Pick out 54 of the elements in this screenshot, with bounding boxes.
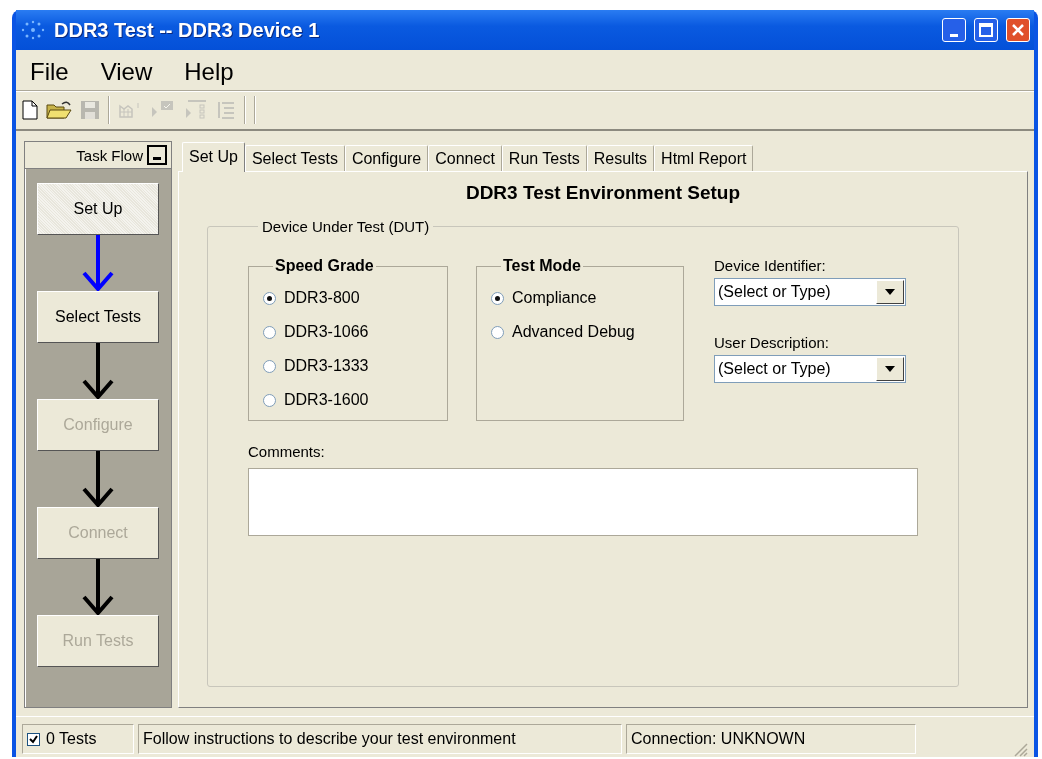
- menu-item[interactable]: Help: [184, 58, 234, 86]
- tab[interactable]: Select Tests: [244, 145, 345, 171]
- combo-box[interactable]: (Select or Type): [714, 355, 906, 383]
- tab[interactable]: Run Tests: [501, 145, 587, 171]
- checkbox[interactable]: [27, 732, 40, 746]
- tab[interactable]: Results: [586, 145, 655, 171]
- close-button[interactable]: [1006, 18, 1030, 42]
- radio-button[interactable]: [263, 325, 276, 339]
- connection-status: Connection: UNKNOWN: [626, 724, 916, 754]
- new-document-icon[interactable]: [22, 100, 38, 120]
- menu-item[interactable]: View: [100, 58, 153, 86]
- group-title: Device Under Test (DUT): [261, 218, 431, 235]
- task-step-button[interactable]: Select Tests: [37, 291, 159, 343]
- maximize-icon: [979, 23, 993, 37]
- status-message: Follow instructions to describe your test environment: [138, 724, 622, 754]
- field-label: Device Identifier:: [714, 257, 827, 274]
- menu-item[interactable]: File: [30, 58, 69, 86]
- maximize-button[interactable]: [974, 18, 998, 42]
- radio-label: Compliance: [512, 289, 597, 307]
- folder-icon[interactable]: [46, 100, 72, 120]
- field-label: User Description:: [714, 334, 831, 351]
- radio-label: DDR3-1066: [284, 323, 369, 341]
- dropdown-button[interactable]: [876, 280, 904, 304]
- caret-icon: [885, 289, 895, 295]
- tab[interactable]: Connect: [428, 145, 502, 171]
- app-logo-icon: [20, 19, 46, 41]
- tab[interactable]: Html Report: [654, 145, 754, 171]
- combo-box[interactable]: (Select or Type): [714, 278, 906, 306]
- radio-label: DDR3-800: [284, 289, 360, 307]
- radio-button[interactable]: [491, 291, 504, 305]
- radio-label: DDR3-1600: [284, 391, 369, 409]
- panel-title: Task Flow: [76, 146, 143, 164]
- tab[interactable]: Set Up: [182, 142, 245, 172]
- dropdown-button[interactable]: [876, 357, 904, 381]
- radio-button[interactable]: [263, 291, 276, 305]
- group-title: Test Mode: [502, 257, 582, 275]
- group-title: Speed Grade: [274, 257, 375, 275]
- radio-button[interactable]: [263, 393, 276, 407]
- radio-label: Advanced Debug: [512, 323, 635, 341]
- minimize-icon: [950, 33, 958, 37]
- field-label: Comments:: [248, 443, 326, 460]
- window-title: DDR3 Test -- DDR3 Device 1: [54, 18, 321, 42]
- section-heading: DDR3 Test Environment Setup: [465, 182, 741, 204]
- tab[interactable]: Configure: [344, 145, 429, 171]
- close-icon: [1011, 23, 1025, 37]
- comments-field[interactable]: [248, 468, 918, 536]
- resize-grip-icon[interactable]: [1012, 741, 1028, 757]
- radio-label: DDR3-1333: [284, 357, 369, 375]
- minimize-button[interactable]: [147, 145, 167, 165]
- radio-button[interactable]: [263, 359, 276, 373]
- task-step-button[interactable]: Set Up: [37, 183, 159, 235]
- test-count: 0 Tests: [46, 730, 97, 748]
- caret-icon: [885, 366, 895, 372]
- radio-button[interactable]: [491, 325, 504, 339]
